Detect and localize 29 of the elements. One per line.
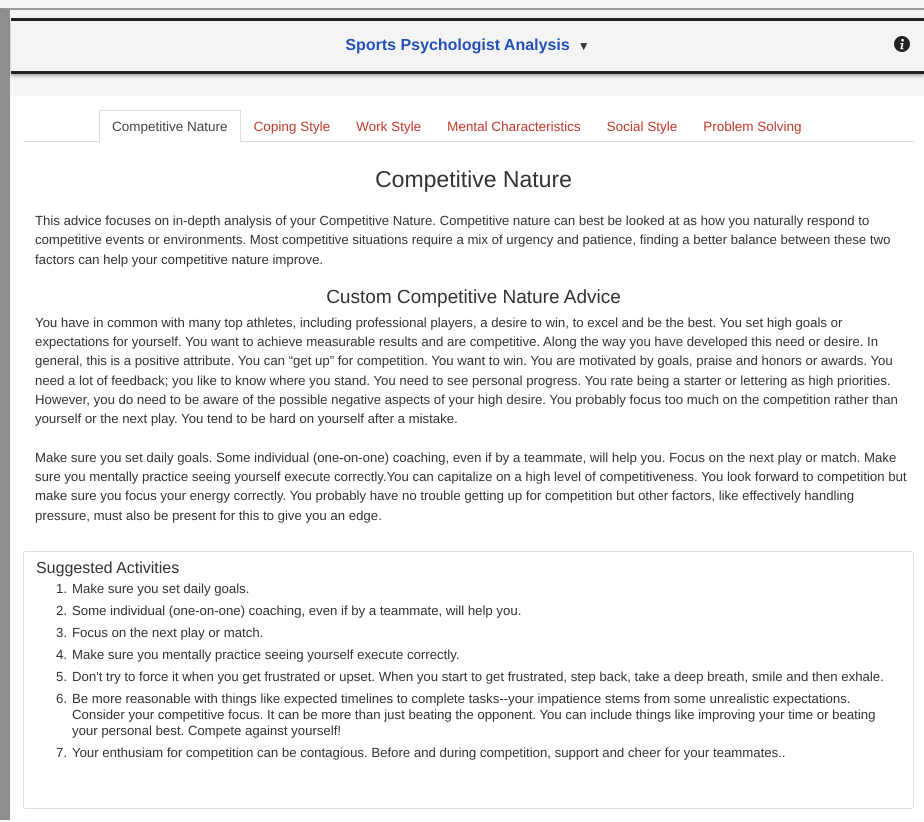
tab[interactable]: Social Style	[594, 110, 690, 142]
item-number: 3.	[56, 624, 68, 641]
item-number: 4.	[56, 646, 68, 663]
activity-text: Focus on the next play or match.	[72, 624, 264, 641]
tab[interactable]: Mental Characteristics	[434, 110, 594, 142]
info-icon[interactable]	[894, 36, 910, 52]
activities-title: Suggested Activities	[36, 560, 180, 578]
dropdown-caret[interactable]: ▼	[578, 39, 590, 53]
item-number: 1.	[56, 580, 68, 597]
advice-paragraph: You have in common with many top athletes, including professional players, a desire to win, to excel and be the best. You set high goals or expectations for yourself. You want to achieve measurable results and are competitive. Along the way you have developed this need or desire. In general, this is a positive attribute. You can “get up” for competition. You want to win. You are motivated by goals, praise and honors or awards. You need a lot of feedback; you like to know where you stand. You need to see personal progress. You rate being a starter or lettering as high priorities. However, you do need to be aware of the possible negative aspects of your high desire. You probably focus too much on the competition rather than yourself or the next play. You tend to be hard on yourself after a mistake.	[35, 314, 899, 428]
item-number: 7.	[56, 744, 68, 761]
tab[interactable]: Work Style	[343, 110, 434, 142]
item-number: 5.	[56, 668, 68, 685]
item-number: 2.	[56, 602, 68, 619]
activity-text: Don't try to force it when you get frustrated or upset. When you start to get frustrated, step back, take a deep breath, smile and then exhale.	[72, 668, 884, 685]
tab[interactable]: Problem Solving	[690, 110, 815, 142]
intro-paragraph: This advice focuses on in-depth analysis of your Competitive Nature. Competitive nature can best be looked at as how you naturally respond to competitive events or environments. Most competitive situations require a mix of urgency and patience, finding a better balance between these two factors can help your competitive nature improve.	[35, 212, 892, 269]
activity-text: Make sure you set daily goals.	[72, 580, 250, 597]
page-title[interactable]: Sports Psychologist Analysis	[345, 37, 570, 55]
activity-text: Be more reasonable with things like expected timelines to complete tasks--your impatience stems from some unrealistic expectations. Consider your competitive focus. It can be more than just beating the opponent. You can include things like improving your time or beating your personal best. Compete against yourself!	[72, 690, 876, 739]
tab[interactable]: Competitive Nature	[99, 110, 241, 142]
tab[interactable]: Coping Style	[240, 110, 344, 142]
item-number: 6.	[56, 690, 68, 708]
activity-text: Your enthusiam for competition can be contagious. Before and during competition, support and cheer for your teammates..	[72, 744, 786, 761]
activity-text: Make sure you mentally practice seeing yourself execute correctly.	[72, 646, 460, 663]
section-heading: Competitive Nature	[374, 166, 573, 193]
advice-heading: Custom Competitive Nature Advice	[325, 286, 622, 309]
advice-paragraph: Make sure you set daily goals. Some individual (one-on-one) coaching, even if by a teammate, will help you. Focus on the next play or match. Make sure you mentally practice seeing yourself execute correctly.You can capitalize on a high level of competitiveness. You look forward to competition but make sure you focus your energy correctly. You probably have no trouble getting up for competition but other factors, like effectively handling pressure, must also be present for this to give you an edge.	[35, 448, 908, 525]
activity-text: Some individual (one-on-one) coaching, even if by a teammate, will help you.	[72, 602, 522, 619]
